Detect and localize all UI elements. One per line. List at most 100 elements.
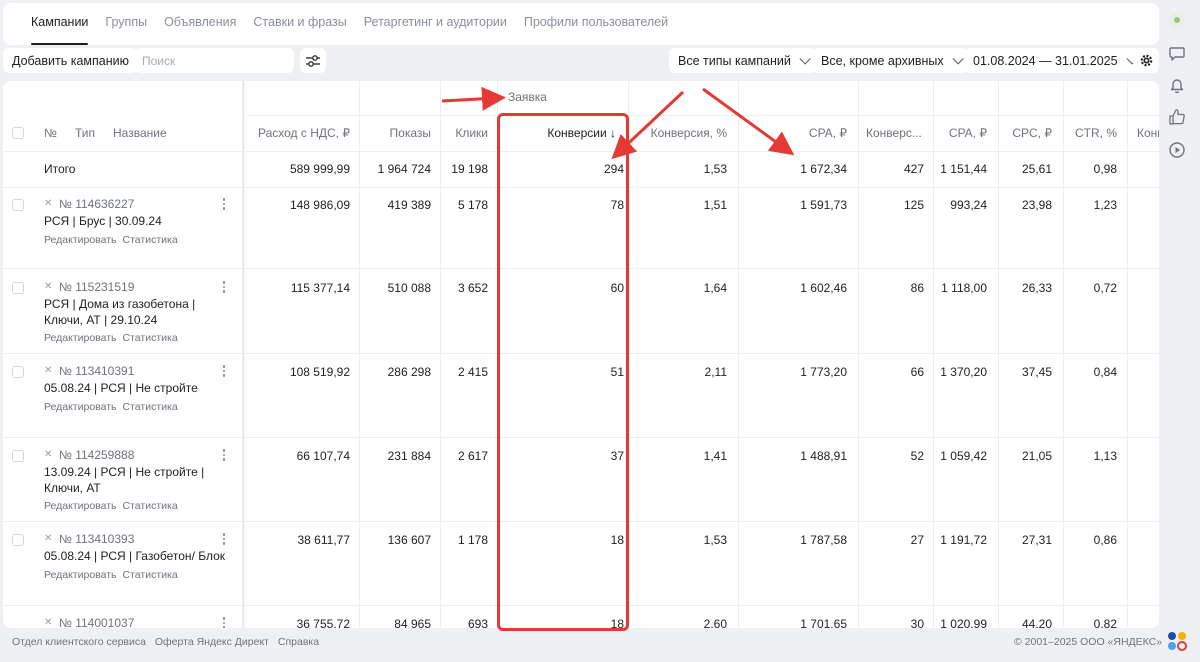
tab-retargeting[interactable]: Ретаргетинг и аудитории <box>364 3 507 45</box>
add-campaign-button[interactable]: Добавить кампанию <box>3 48 138 73</box>
edit-link[interactable]: Редактировать <box>44 234 117 246</box>
select-all-checkbox[interactable] <box>12 127 24 139</box>
campaign-id: № 114001037 <box>59 616 135 628</box>
cell-conv-rate: 2,11 <box>704 365 727 379</box>
tab-bids[interactable]: Ставки и фразы <box>253 3 346 45</box>
col-more[interactable]: Конв <box>1137 126 1159 140</box>
col-conversions-2[interactable]: Конверс... <box>866 126 922 140</box>
bell-icon[interactable] <box>1168 76 1186 94</box>
cell-cpa-2: 1 020,99 <box>940 617 987 628</box>
col-cpa-2[interactable]: CPA, ₽ <box>949 126 987 140</box>
filter-settings-button[interactable] <box>300 48 326 73</box>
search-input[interactable] <box>134 48 294 73</box>
campaign-name[interactable]: 05.08.24 | РСЯ | Газобетон/ Блок <box>44 548 229 564</box>
tab-groups[interactable]: Группы <box>105 3 147 45</box>
chevron-down-icon <box>952 52 964 65</box>
col-cpc[interactable]: CPC, ₽ <box>1012 126 1052 140</box>
row-links: Редактировать Статистика <box>44 234 184 246</box>
total-cpa-2: 1 151,44 <box>940 162 987 176</box>
cell-spend: 36 755,72 <box>296 617 350 628</box>
yandex-apps-icon[interactable] <box>1166 630 1187 651</box>
conversions-highlight-box <box>497 113 629 631</box>
cell-spend: 115 377,14 <box>290 281 350 295</box>
cell-conv-rate: 2,60 <box>703 617 727 628</box>
cell-conv-rate: 1,41 <box>703 449 727 463</box>
cell-impressions: 84 965 <box>394 617 431 628</box>
row-menu-button[interactable] <box>222 533 226 547</box>
apps-icon[interactable] <box>1168 12 1186 30</box>
stats-link[interactable]: Статистика <box>123 500 178 512</box>
col-cpa[interactable]: CPA, ₽ <box>809 126 847 140</box>
cell-ctr: 0,86 <box>1093 533 1117 547</box>
campaign-type-icon: ✕ <box>44 449 53 460</box>
cell-cpc: 37,45 <box>1021 365 1052 379</box>
status-filter-select[interactable]: Все, кроме архивных <box>812 48 969 73</box>
group-header-label: Заявка <box>508 90 547 104</box>
footer-copyright: © 2001–2025 ООО «ЯНДЕКС» <box>1014 636 1163 648</box>
cell-cpa: 1 773,20 <box>800 365 847 379</box>
table-settings-button[interactable] <box>1133 48 1159 73</box>
date-range-label: 01.08.2024 — 31.01.2025 <box>973 53 1118 68</box>
campaign-name[interactable]: 05.08.24 | РСЯ | Не стройте <box>44 380 229 396</box>
campaign-id: № 114636227 <box>59 197 135 211</box>
col-impressions[interactable]: Показы <box>390 126 431 140</box>
col-type: Тип <box>75 126 96 140</box>
cell-clicks: 5 178 <box>457 198 488 212</box>
edit-link[interactable]: Редактировать <box>44 569 117 581</box>
row-menu-button[interactable] <box>222 449 226 463</box>
cell-spend: 148 986,09 <box>289 198 350 212</box>
footer-offer-link[interactable]: Оферта Яндекс Директ <box>155 636 269 648</box>
cell-cpc: 44,20 <box>1021 617 1052 628</box>
row-checkbox[interactable] <box>12 534 24 546</box>
row-checkbox[interactable] <box>12 450 24 462</box>
cell-clicks: 1 178 <box>457 533 488 547</box>
campaign-name[interactable]: РСЯ | Брус | 30.09.24 <box>44 213 229 229</box>
col-spend[interactable]: Расход с НДС, ₽ <box>258 126 350 140</box>
cell-cpa: 1 591,73 <box>800 198 847 212</box>
campaign-types-select[interactable]: Все типы кампаний <box>669 48 816 73</box>
cell-impressions: 510 088 <box>387 281 431 295</box>
stats-link[interactable]: Статистика <box>123 401 178 413</box>
campaign-name[interactable]: 13.09.24 | РСЯ | Не стройте | Ключи, АТ <box>44 464 229 496</box>
campaign-types-label: Все типы кампаний <box>678 53 791 68</box>
tab-ads[interactable]: Объявления <box>164 3 236 45</box>
row-menu-button[interactable] <box>222 281 226 295</box>
col-name[interactable]: Название <box>113 126 167 140</box>
row-menu-button[interactable] <box>222 365 226 379</box>
col-conv-rate[interactable]: Конверсия, % <box>651 126 727 140</box>
cell-cpc: 23,98 <box>1021 198 1052 212</box>
col-clicks[interactable]: Клики <box>455 126 488 140</box>
edit-link[interactable]: Редактировать <box>44 401 117 413</box>
chat-icon[interactable] <box>1168 44 1186 62</box>
gear-icon <box>1140 54 1152 67</box>
cell-conversions-2: 86 <box>910 281 924 295</box>
date-range-select[interactable]: 01.08.2024 — 31.01.2025 <box>964 48 1143 73</box>
cell-impressions: 136 607 <box>387 533 431 547</box>
play-icon[interactable] <box>1168 141 1186 159</box>
cell-cpa: 1 701,65 <box>800 617 847 628</box>
edit-link[interactable]: Редактировать <box>44 500 117 512</box>
row-checkbox[interactable] <box>12 199 24 211</box>
row-checkbox[interactable] <box>12 366 24 378</box>
total-cpc: 25,61 <box>1021 162 1052 176</box>
cell-cpa-2: 1 118,00 <box>941 281 987 295</box>
cell-spend: 38 611,77 <box>297 533 351 547</box>
cell-impressions: 419 389 <box>387 198 431 212</box>
footer-help-link[interactable]: Справка <box>278 636 319 648</box>
stats-link[interactable]: Статистика <box>123 332 178 344</box>
col-ctr[interactable]: CTR, % <box>1075 126 1117 140</box>
row-links: Редактировать Статистика <box>44 569 184 581</box>
edit-link[interactable]: Редактировать <box>44 332 117 344</box>
row-checkbox[interactable] <box>12 282 24 294</box>
tab-campaigns[interactable]: Кампании <box>31 3 89 45</box>
campaign-name[interactable]: РСЯ | Дома из газобетона | Ключи, АТ | 2… <box>44 296 229 328</box>
thumbs-up-icon[interactable] <box>1168 108 1186 126</box>
row-menu-button[interactable] <box>222 198 226 212</box>
tab-user-profiles[interactable]: Профили пользователей <box>524 3 668 45</box>
row-menu-button[interactable] <box>222 617 226 628</box>
stats-link[interactable]: Статистика <box>123 234 178 246</box>
campaign-id: № 115231519 <box>59 280 135 294</box>
cell-spend: 108 519,92 <box>289 365 350 379</box>
footer-support-link[interactable]: Отдел клиентского сервиса <box>12 636 146 648</box>
stats-link[interactable]: Статистика <box>123 569 178 581</box>
